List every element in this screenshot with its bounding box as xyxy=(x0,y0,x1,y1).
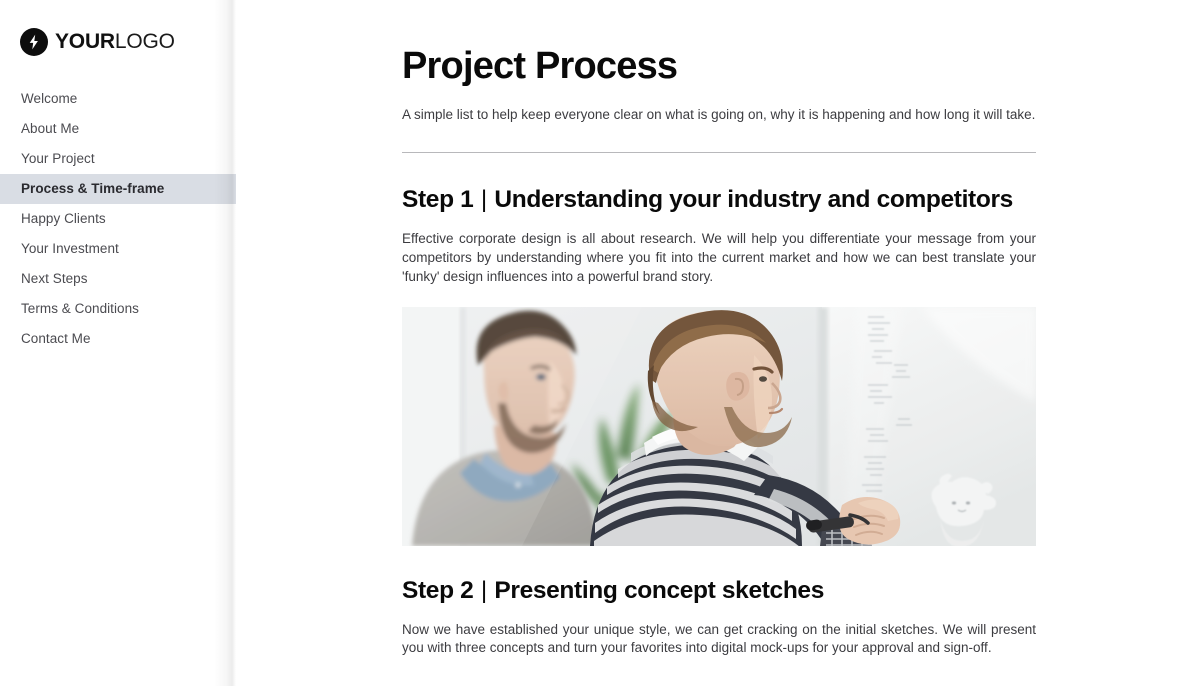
brand-name-light: LOGO xyxy=(114,30,175,53)
step-2-heading: Step 2 | Presenting concept sketches xyxy=(402,546,1036,605)
main-content: Project Process A simple list to help ke… xyxy=(236,0,1200,686)
sidebar-nav: Welcome About Me Your Project Process & … xyxy=(0,84,236,354)
step-1-title: Understanding your industry and competit… xyxy=(494,186,1013,214)
page-subtitle: A simple list to help keep everyone clea… xyxy=(402,106,1036,122)
sidebar-item-contact-me[interactable]: Contact Me xyxy=(0,324,236,354)
brand-wordmark: YOURLOGO xyxy=(55,31,175,52)
brand-name-bold: YOUR xyxy=(55,30,115,53)
step-1-body: Effective corporate design is all about … xyxy=(402,231,1036,284)
step-2-title: Presenting concept sketches xyxy=(494,576,824,604)
step-1-separator: | xyxy=(480,186,487,214)
step-1-heading: Step 1 | Understanding your industry and… xyxy=(402,153,1036,214)
step-2-separator: | xyxy=(480,576,487,604)
sidebar-item-terms-conditions[interactable]: Terms & Conditions xyxy=(0,294,236,324)
content-column: Project Process A simple list to help ke… xyxy=(402,0,1036,658)
sidebar-item-next-steps[interactable]: Next Steps xyxy=(0,264,236,294)
step-2-label: Step 2 xyxy=(402,576,474,604)
app-page: YOURLOGO Welcome About Me Your Project P… xyxy=(0,0,1200,686)
sidebar-item-happy-clients[interactable]: Happy Clients xyxy=(0,204,236,234)
sidebar: YOURLOGO Welcome About Me Your Project P… xyxy=(0,0,236,686)
sidebar-item-welcome[interactable]: Welcome xyxy=(0,84,236,114)
step-1-image xyxy=(402,306,1036,546)
step-section-2: Step 2 | Presenting concept sketches Now… xyxy=(402,546,1036,659)
step-1-label: Step 1 xyxy=(402,186,474,214)
sidebar-item-about-me[interactable]: About Me xyxy=(0,114,236,144)
sidebar-item-process-time-frame[interactable]: Process & Time-frame xyxy=(0,174,236,204)
step-section-1: Step 1 | Understanding your industry and… xyxy=(402,153,1036,546)
sidebar-item-your-project[interactable]: Your Project xyxy=(0,144,236,174)
page-title: Project Process xyxy=(402,45,678,87)
step-2-body: Now we have established your unique styl… xyxy=(402,621,1036,656)
lightning-bolt-icon xyxy=(20,27,48,56)
sidebar-item-your-investment[interactable]: Your Investment xyxy=(0,234,236,264)
brand-logo[interactable]: YOURLOGO xyxy=(0,0,236,62)
